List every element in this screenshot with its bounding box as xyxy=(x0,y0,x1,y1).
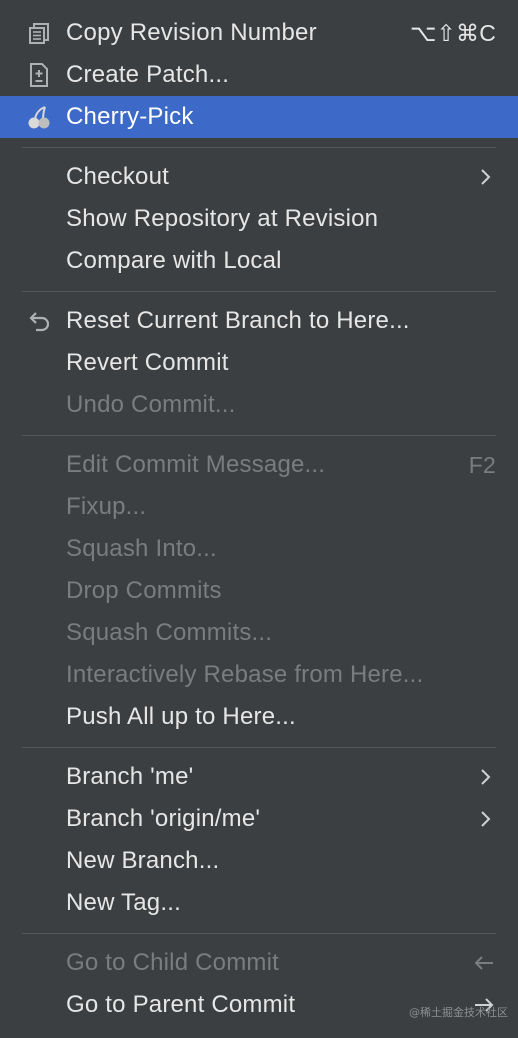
menu-item-create-patch[interactable]: Create Patch... xyxy=(0,54,518,96)
menu-item-copy-revision-number[interactable]: Copy Revision Number ⌥⇧⌘C xyxy=(0,12,518,54)
menu-item-revert-commit[interactable]: Revert Commit xyxy=(0,342,518,384)
menu-separator xyxy=(0,138,518,156)
menu-item-label: New Tag... xyxy=(66,889,181,916)
menu-item-label: Copy Revision Number xyxy=(66,19,317,46)
menu-item-squash-into: Squash Into... xyxy=(0,528,518,570)
menu-item-reset-current-branch[interactable]: Reset Current Branch to Here... xyxy=(0,300,518,342)
menu-item-squash-commits: Squash Commits... xyxy=(0,612,518,654)
menu-item-label: Checkout xyxy=(66,163,169,190)
menu-item-branch-origin-me[interactable]: Branch 'origin/me' xyxy=(0,798,518,840)
menu-item-compare-with-local[interactable]: Compare with Local xyxy=(0,240,518,282)
menu-item-label: Edit Commit Message... xyxy=(66,451,326,478)
menu-item-label: Fixup... xyxy=(66,493,147,520)
menu-item-label: Show Repository at Revision xyxy=(66,205,379,232)
menu-item-label: Cherry-Pick xyxy=(66,103,194,130)
shortcut-label: ⌥⇧⌘C xyxy=(409,19,496,46)
shortcut-label: F2 xyxy=(468,451,496,478)
cherry-icon xyxy=(26,104,52,130)
menu-item-label: Undo Commit... xyxy=(66,391,236,418)
menu-item-label: Reset Current Branch to Here... xyxy=(66,307,410,334)
menu-separator xyxy=(0,738,518,756)
menu-item-label: Revert Commit xyxy=(66,349,229,376)
menu-item-label: New Branch... xyxy=(66,847,220,874)
menu-item-label: Push All up to Here... xyxy=(66,703,296,730)
chevron-right-icon xyxy=(476,767,496,787)
menu-item-fixup: Fixup... xyxy=(0,486,518,528)
menu-item-new-tag[interactable]: New Tag... xyxy=(0,882,518,924)
menu-item-new-branch[interactable]: New Branch... xyxy=(0,840,518,882)
menu-item-push-all-up-to-here[interactable]: Push All up to Here... xyxy=(0,696,518,738)
arrow-left-icon xyxy=(472,953,496,973)
menu-item-label: Squash Commits... xyxy=(66,619,273,646)
menu-item-drop-commits: Drop Commits xyxy=(0,570,518,612)
undo-icon xyxy=(26,308,52,334)
menu-item-label: Interactively Rebase from Here... xyxy=(66,661,424,688)
menu-item-go-to-child-commit: Go to Child Commit xyxy=(0,942,518,984)
context-menu: Copy Revision Number ⌥⇧⌘C Create Patch..… xyxy=(0,0,518,1038)
menu-item-label: Squash Into... xyxy=(66,535,217,562)
menu-item-interactively-rebase: Interactively Rebase from Here... xyxy=(0,654,518,696)
menu-item-label: Drop Commits xyxy=(66,577,222,604)
patch-icon xyxy=(26,62,52,88)
menu-item-label: Branch 'me' xyxy=(66,763,194,790)
menu-item-label: Compare with Local xyxy=(66,247,282,274)
chevron-right-icon xyxy=(476,167,496,187)
watermark: @稀土掘金技术社区 xyxy=(409,1006,508,1019)
menu-item-branch-me[interactable]: Branch 'me' xyxy=(0,756,518,798)
menu-item-label: Go to Child Commit xyxy=(66,949,279,976)
menu-item-cherry-pick[interactable]: Cherry-Pick xyxy=(0,96,518,138)
menu-item-edit-commit-message: Edit Commit Message... F2 xyxy=(0,444,518,486)
menu-item-checkout[interactable]: Checkout xyxy=(0,156,518,198)
menu-item-label: Branch 'origin/me' xyxy=(66,805,261,832)
copy-icon xyxy=(26,20,52,46)
chevron-right-icon xyxy=(476,809,496,829)
menu-item-label: Create Patch... xyxy=(66,61,230,88)
menu-separator xyxy=(0,924,518,942)
menu-item-show-repository[interactable]: Show Repository at Revision xyxy=(0,198,518,240)
menu-separator xyxy=(0,282,518,300)
menu-separator xyxy=(0,426,518,444)
menu-item-undo-commit: Undo Commit... xyxy=(0,384,518,426)
